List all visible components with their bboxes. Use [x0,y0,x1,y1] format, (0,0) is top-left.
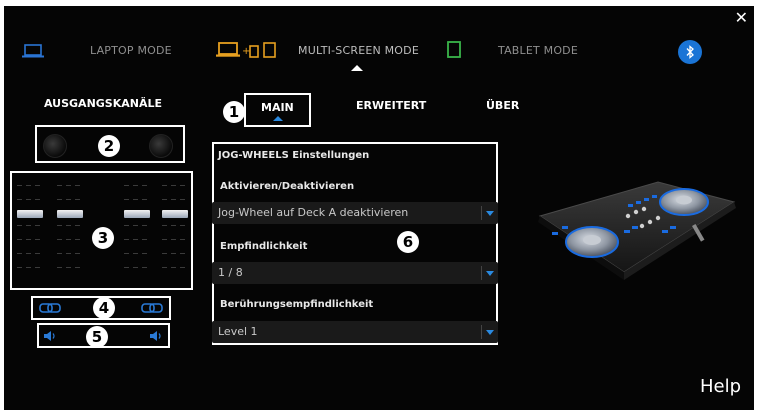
fader-2-cap[interactable] [57,210,83,218]
chevron-down-icon [486,330,494,335]
tablet-mode-label[interactable]: TABLET MODE [498,44,578,57]
tab-erweitert[interactable]: ERWEITERT [356,99,426,112]
bluetooth-icon [686,45,694,59]
output-channels-title: AUSGANGSKANÄLE [44,97,163,110]
fader-1-cap[interactable] [17,210,43,218]
marker-2: 2 [98,135,120,157]
fader-4[interactable] [162,173,188,288]
sensitivity-dropdown-value: 1 / 8 [218,266,243,279]
tab-main-label: MAIN [261,101,294,114]
field-label-touch: Berührungsempfindlichkeit [220,299,374,310]
marker-4: 4 [93,297,115,319]
field-label-enable: Aktivieren/Deaktivieren [220,181,355,192]
field-label-sensitivity: Empfindlichkeit [220,241,308,252]
multi-screen-mode-button[interactable]: + [216,41,278,63]
gain-knob-right[interactable] [149,134,173,158]
touch-sensitivity-dropdown[interactable]: Level 1 [212,321,498,343]
sensitivity-dropdown[interactable]: 1 / 8 [212,262,498,284]
app-window: ✕ LAPTOP MODE + MULTI-SCREEN MODE TABLET… [4,6,754,410]
multi-screen-mode-label[interactable]: MULTI-SCREEN MODE [298,44,419,57]
fader-3[interactable] [124,173,150,288]
fader-3-cap[interactable] [124,210,150,218]
fader-4-cap[interactable] [162,210,188,218]
gain-knob-left[interactable] [43,134,67,158]
multi-screen-icon: + [216,42,276,58]
marker-6: 6 [397,231,419,253]
fader-2[interactable] [57,173,83,288]
fader-1[interactable] [17,173,43,288]
marker-3: 3 [92,227,114,249]
speaker-icon-left[interactable] [43,330,57,342]
jog-section-title: JOG-WHEELS Einstellungen [218,150,370,161]
tablet-mode-button[interactable] [447,41,461,63]
bluetooth-button[interactable] [678,40,702,64]
enable-dropdown[interactable]: Jog-Wheel auf Deck A deaktivieren [212,202,498,224]
help-button[interactable]: Help [700,376,741,397]
chevron-down-icon [486,211,494,216]
link-icon-right[interactable] [141,302,163,314]
tablet-icon [447,41,461,58]
dj-controller-image [538,181,736,280]
laptop-icon [22,44,44,58]
marker-1: 1 [223,101,245,123]
link-icon-left[interactable] [39,302,61,314]
active-mode-indicator [351,65,363,71]
speaker-icon-right[interactable] [149,330,163,342]
chevron-down-icon [486,271,494,276]
svg-text:+: + [242,46,250,57]
touch-sensitivity-dropdown-value: Level 1 [218,325,258,338]
tab-ueber[interactable]: ÜBER [486,99,519,112]
laptop-mode-label[interactable]: LAPTOP MODE [90,44,172,57]
laptop-mode-button[interactable] [22,43,44,62]
marker-5: 5 [86,326,108,348]
tab-main[interactable]: MAIN [244,93,311,127]
close-button[interactable]: ✕ [735,8,748,27]
close-icon: ✕ [734,8,748,27]
active-tab-indicator [273,116,283,121]
enable-dropdown-value: Jog-Wheel auf Deck A deaktivieren [218,206,409,219]
